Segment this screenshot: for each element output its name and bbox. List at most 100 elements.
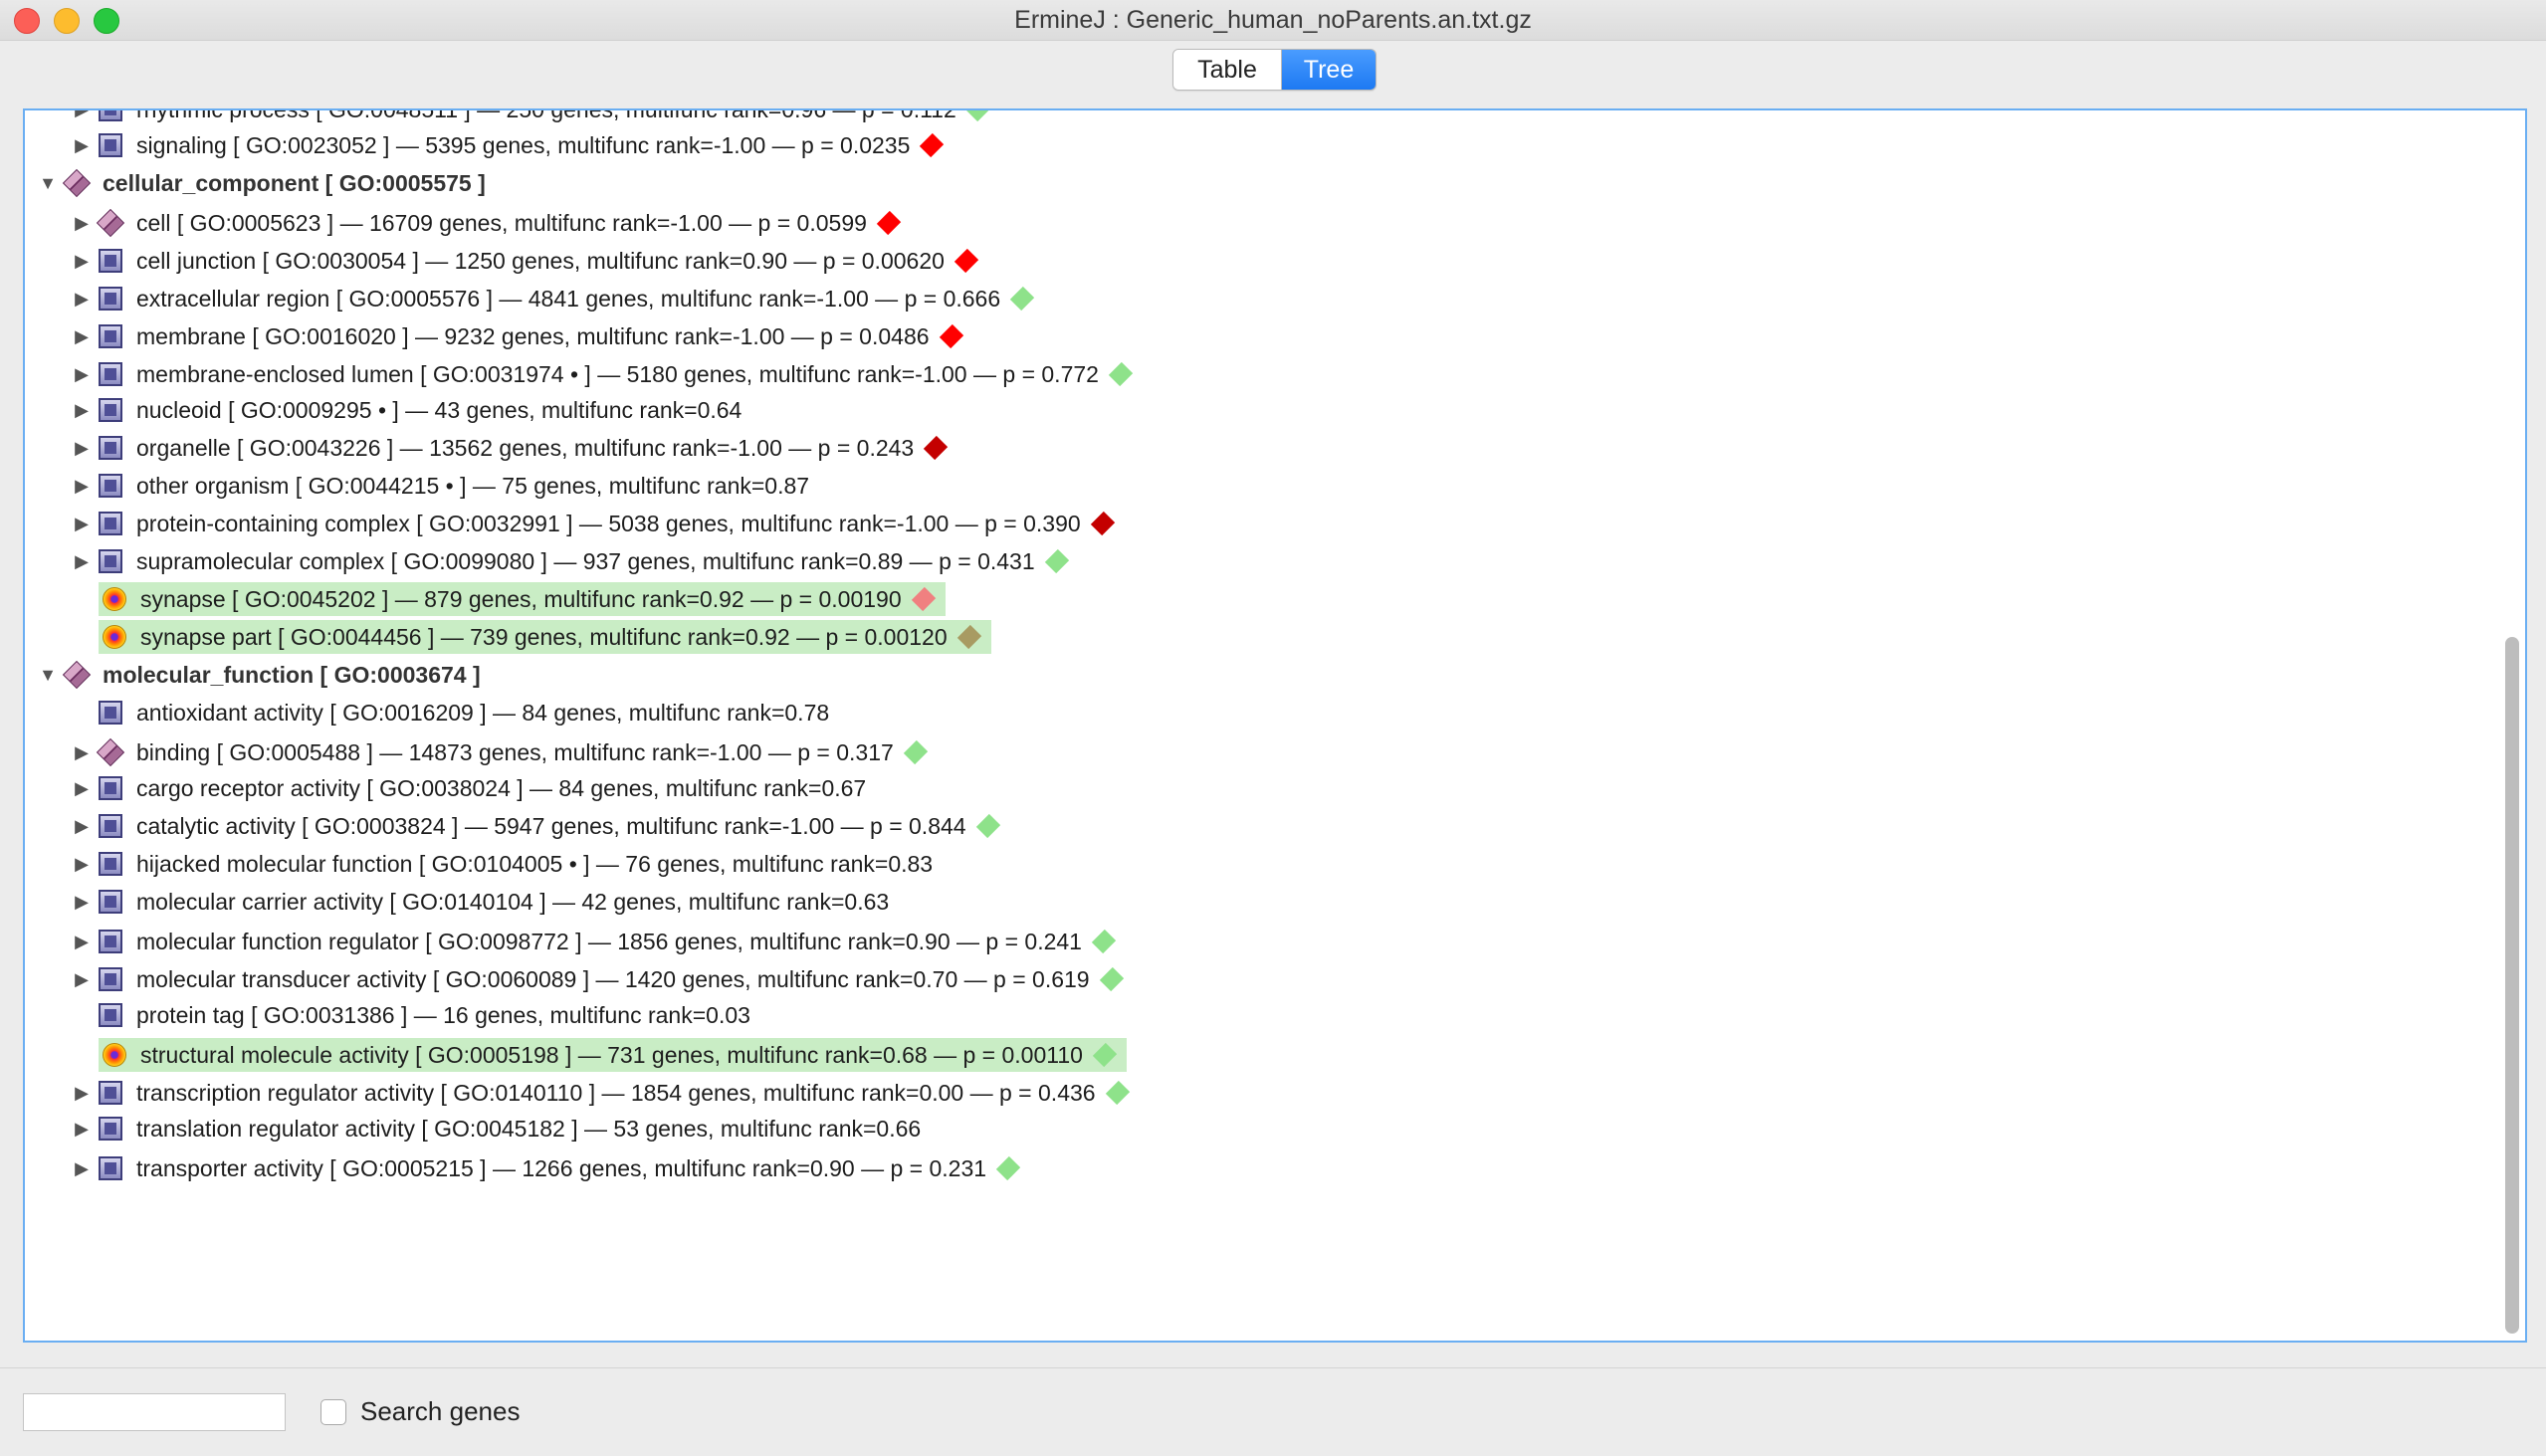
collapsed-arrow-icon[interactable]: ▶ — [65, 885, 99, 919]
tree-row[interactable]: ▶ cell junction [ GO:0030054 ] — 1250 gen… — [65, 244, 979, 278]
tree-row[interactable]: ▶ molecular transducer activity [ GO:0060… — [65, 962, 1124, 996]
tree-row-label: supramolecular complex [ GO:0099080 ] — … — [136, 548, 1035, 574]
significance-marker-icon — [1090, 511, 1115, 536]
significance-marker-icon — [1009, 286, 1035, 312]
tree-row[interactable]: ▼ cellular_component [ GO:0005575 ] — [31, 166, 486, 200]
collapsed-arrow-icon[interactable]: ▶ — [65, 809, 99, 843]
expanded-arrow-icon[interactable]: ▼ — [31, 166, 65, 200]
collapsed-arrow-icon[interactable]: ▶ — [65, 319, 99, 353]
term-icon — [99, 930, 122, 953]
tree-row[interactable]: ▶ cargo receptor activity [ GO:0038024 ] … — [65, 771, 866, 805]
collapsed-arrow-icon[interactable]: ▶ — [65, 110, 99, 126]
term-icon — [99, 474, 122, 498]
aspect-icon — [96, 737, 125, 767]
tree-row-label: cell junction [ GO:0030054 ] — 1250 gene… — [136, 248, 945, 274]
tree-row[interactable]: ▶ signaling [ GO:0023052 ] — 5395 genes, … — [65, 128, 945, 162]
tree-row[interactable]: ▶ catalytic activity [ GO:0003824 ] — 594… — [65, 809, 1000, 843]
significance-marker-icon — [920, 132, 945, 158]
term-icon — [99, 776, 122, 800]
tree-row-label: cargo receptor activity [ GO:0038024 ] —… — [136, 775, 867, 801]
tree-row[interactable]: ▶ rhythmic process [ GO:0048511 ] — 250 g… — [65, 110, 990, 126]
tree-row[interactable]: synapse part [ GO:0044456 ] — 739 genes,… — [99, 620, 991, 654]
scrollbar-thumb[interactable] — [2505, 637, 2519, 1334]
tree-row[interactable]: ▶ cell [ GO:0005623 ] — 16709 genes, mult… — [65, 206, 902, 240]
search-input[interactable] — [23, 1393, 286, 1431]
tree-row[interactable]: ▶ organelle [ GO:0043226 ] — 13562 genes,… — [65, 431, 949, 465]
tree-row-label: molecular_function [ GO:0003674 ] — [103, 662, 481, 688]
collapsed-arrow-icon[interactable]: ▶ — [65, 282, 99, 315]
collapsed-arrow-icon[interactable]: ▶ — [65, 357, 99, 391]
tree-row[interactable]: ▶ extracellular region [ GO:0005576 ] — 4… — [65, 282, 1035, 315]
significance-marker-icon — [995, 1155, 1021, 1181]
tab-table[interactable]: Table — [1173, 50, 1282, 90]
term-icon — [99, 287, 122, 311]
tree-row-label: transporter activity [ GO:0005215 ] — 12… — [136, 1155, 987, 1181]
significant-icon — [103, 625, 126, 649]
tree-row[interactable]: ▶ nucleoid [ GO:0009295 • ] — 43 genes, m… — [65, 393, 742, 427]
tree-row[interactable]: synapse [ GO:0045202 ] — 879 genes, mult… — [99, 582, 946, 616]
tree-row[interactable]: ▶ transcription regulator activity [ GO:0… — [65, 1076, 1130, 1110]
view-switcher: Table Tree — [1172, 49, 1377, 91]
tree-row[interactable]: ▶ binding [ GO:0005488 ] — 14873 genes, m… — [65, 735, 928, 769]
expanded-arrow-icon[interactable]: ▼ — [31, 658, 65, 692]
tree-row-label: cell [ GO:0005623 ] — 16709 genes, multi… — [136, 210, 867, 236]
term-icon — [99, 1156, 122, 1180]
collapsed-arrow-icon[interactable]: ▶ — [65, 1076, 99, 1110]
collapsed-arrow-icon[interactable]: ▶ — [65, 925, 99, 958]
tree-row[interactable]: ▶ molecular function regulator [ GO:00987… — [65, 925, 1117, 958]
collapsed-arrow-icon[interactable]: ▶ — [65, 393, 99, 427]
tree-row[interactable]: ▶ hijacked molecular function [ GO:010400… — [65, 847, 933, 881]
search-genes-checkbox[interactable] — [320, 1399, 346, 1425]
collapsed-arrow-icon[interactable]: ▶ — [65, 469, 99, 503]
tree-row[interactable]: structural molecule activity [ GO:000519… — [99, 1038, 1127, 1072]
aspect-icon — [96, 208, 125, 238]
collapsed-arrow-icon[interactable]: ▶ — [65, 244, 99, 278]
significance-marker-icon — [1108, 361, 1134, 387]
term-icon — [99, 133, 122, 157]
tree-row[interactable]: ▶ molecular carrier activity [ GO:0140104… — [65, 885, 889, 919]
tree-row[interactable]: ▶ protein-containing complex [ GO:0032991… — [65, 507, 1115, 540]
tree-row-label: transcription regulator activity [ GO:01… — [136, 1080, 1096, 1106]
tree-row-label: signaling [ GO:0023052 ] — 5395 genes, m… — [136, 132, 911, 158]
tree-row-label: molecular function regulator [ GO:009877… — [136, 929, 1082, 954]
aspect-icon — [62, 168, 92, 198]
collapsed-arrow-icon[interactable]: ▶ — [65, 771, 99, 805]
collapsed-arrow-icon[interactable]: ▶ — [65, 507, 99, 540]
tree-row[interactable]: protein tag [ GO:0031386 ] — 16 genes, m… — [65, 998, 750, 1032]
tree-row[interactable]: antioxidant activity [ GO:0016209 ] — 84… — [65, 696, 829, 729]
term-icon — [99, 436, 122, 460]
tree-row[interactable]: ▶ membrane-enclosed lumen [ GO:0031974 • … — [65, 357, 1134, 391]
term-icon — [99, 1081, 122, 1105]
significance-marker-icon — [1044, 548, 1069, 574]
significance-marker-icon — [1105, 1080, 1130, 1106]
collapsed-arrow-icon[interactable]: ▶ — [65, 962, 99, 996]
tree-row-label: antioxidant activity [ GO:0016209 ] — 84… — [136, 700, 830, 726]
vertical-scrollbar[interactable] — [2505, 116, 2519, 1334]
tree-row[interactable]: ▶ translation regulator activity [ GO:004… — [65, 1112, 921, 1145]
term-icon — [99, 398, 122, 422]
tree-row[interactable]: ▶ supramolecular complex [ GO:0099080 ] —… — [65, 544, 1069, 578]
tab-tree[interactable]: Tree — [1282, 50, 1376, 90]
tree-row[interactable]: ▶ membrane [ GO:0016020 ] — 9232 genes, m… — [65, 319, 963, 353]
term-icon — [99, 852, 122, 876]
tree-row-label: organelle [ GO:0043226 ] — 13562 genes, … — [136, 435, 915, 461]
tree-row[interactable]: ▼ molecular_function [ GO:0003674 ] — [31, 658, 481, 692]
collapsed-arrow-icon[interactable]: ▶ — [65, 544, 99, 578]
tree-row-label: membrane-enclosed lumen [ GO:0031974 • ]… — [136, 361, 1099, 387]
tree-row-label: nucleoid [ GO:0009295 • ] — 43 genes, mu… — [136, 397, 743, 423]
tree-row[interactable]: ▶ transporter activity [ GO:0005215 ] — 1… — [65, 1151, 1021, 1185]
collapsed-arrow-icon[interactable]: ▶ — [65, 431, 99, 465]
significance-marker-icon — [1091, 929, 1117, 954]
tree-row[interactable]: ▶ other organism [ GO:0044215 • ] — 75 ge… — [65, 469, 809, 503]
significance-marker-icon — [954, 248, 979, 274]
tree-row-label: hijacked molecular function [ GO:0104005… — [136, 851, 934, 877]
go-tree[interactable]: ▶ rhythmic process [ GO:0048511 ] — 250 g… — [25, 110, 2493, 1341]
collapsed-arrow-icon[interactable]: ▶ — [65, 128, 99, 162]
collapsed-arrow-icon[interactable]: ▶ — [65, 847, 99, 881]
term-icon — [99, 967, 122, 991]
collapsed-arrow-icon[interactable]: ▶ — [65, 206, 99, 240]
collapsed-arrow-icon[interactable]: ▶ — [65, 1151, 99, 1185]
collapsed-arrow-icon[interactable]: ▶ — [65, 735, 99, 769]
collapsed-arrow-icon[interactable]: ▶ — [65, 1112, 99, 1145]
tree-row-label: protein tag [ GO:0031386 ] — 16 genes, m… — [136, 1002, 750, 1028]
